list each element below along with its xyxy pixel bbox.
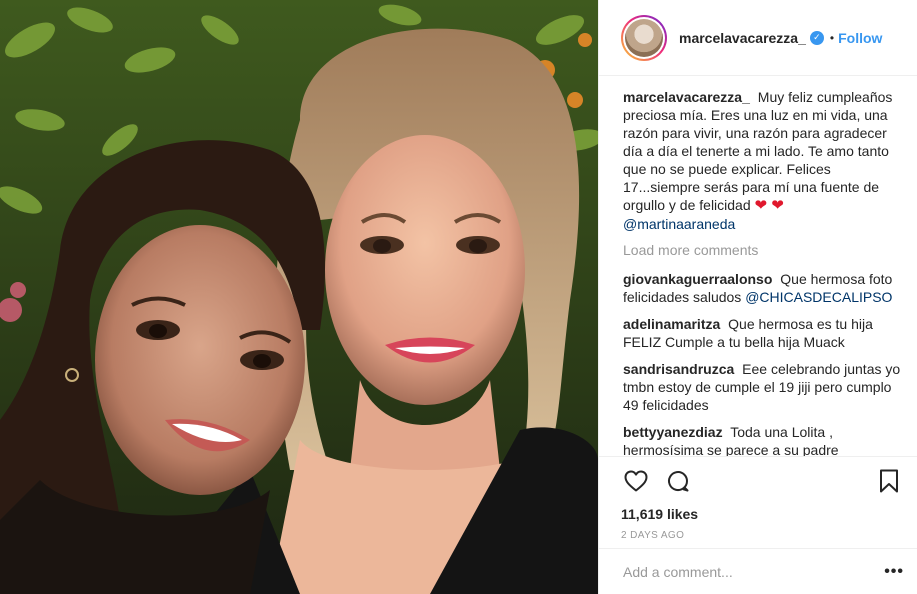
avatar-image xyxy=(625,18,663,57)
comment-item: giovankaguerraalonso Que hermosa foto fe… xyxy=(623,270,908,306)
likes-count[interactable]: 11,619 likes xyxy=(621,506,904,522)
caption-mention[interactable]: @martinaaraneda xyxy=(623,216,735,232)
avatar[interactable] xyxy=(621,14,667,61)
load-more-comments-button[interactable]: Load more comments xyxy=(623,242,908,258)
add-comment-bar: ••• xyxy=(599,548,917,594)
post-header: marcelavacarezza_ ✓ • Follow xyxy=(599,0,917,76)
comment-item: bettyyanezdiaz Toda una Lolita , hermosí… xyxy=(623,423,908,456)
comment-mention[interactable]: @CHICASDECALIPSO xyxy=(745,289,892,305)
comment-username[interactable]: adelinamaritza xyxy=(623,316,720,332)
comment-username[interactable]: bettyyanezdiaz xyxy=(623,424,723,440)
add-comment-input[interactable] xyxy=(623,563,885,580)
post-photo-illustration xyxy=(0,0,598,594)
comment-username[interactable]: sandrisandruzca xyxy=(623,361,734,377)
like-button[interactable] xyxy=(621,466,651,496)
post-side-panel: marcelavacarezza_ ✓ • Follow marcelavaca… xyxy=(598,0,917,594)
comment-item: adelinamaritza Que hermosa es tu hija FE… xyxy=(623,315,908,351)
post-caption: marcelavacarezza_ Muy feliz cumpleaños p… xyxy=(623,88,908,233)
comment-username[interactable]: giovankaguerraalonso xyxy=(623,271,772,287)
header-separator: • xyxy=(829,30,835,45)
bookmark-icon xyxy=(880,469,898,493)
post-timestamp[interactable]: 2 DAYS AGO xyxy=(621,530,904,541)
caption-username[interactable]: marcelavacarezza_ xyxy=(623,89,750,105)
post-actions: 11,619 likes 2 DAYS AGO xyxy=(599,456,917,548)
comment-item: sandrisandruzca Eee celebrando juntas yo… xyxy=(623,360,908,414)
comments-list[interactable]: marcelavacarezza_ Muy feliz cumpleaños p… xyxy=(599,76,917,456)
action-icons-row xyxy=(621,465,904,497)
heart-emoji: ❤ ❤ xyxy=(754,197,784,214)
post-photo[interactable] xyxy=(0,0,598,594)
more-options-icon[interactable]: ••• xyxy=(884,563,904,581)
comment-button[interactable] xyxy=(663,466,693,496)
speech-bubble-icon xyxy=(668,471,689,492)
save-button[interactable] xyxy=(874,466,904,496)
heart-outline-icon xyxy=(624,470,648,492)
follow-button[interactable]: Follow xyxy=(838,30,882,46)
header-username[interactable]: marcelavacarezza_ xyxy=(679,30,806,46)
verified-badge-icon: ✓ xyxy=(809,30,824,45)
caption-text: Muy feliz cumpleaños preciosa mía. Eres … xyxy=(623,89,893,213)
